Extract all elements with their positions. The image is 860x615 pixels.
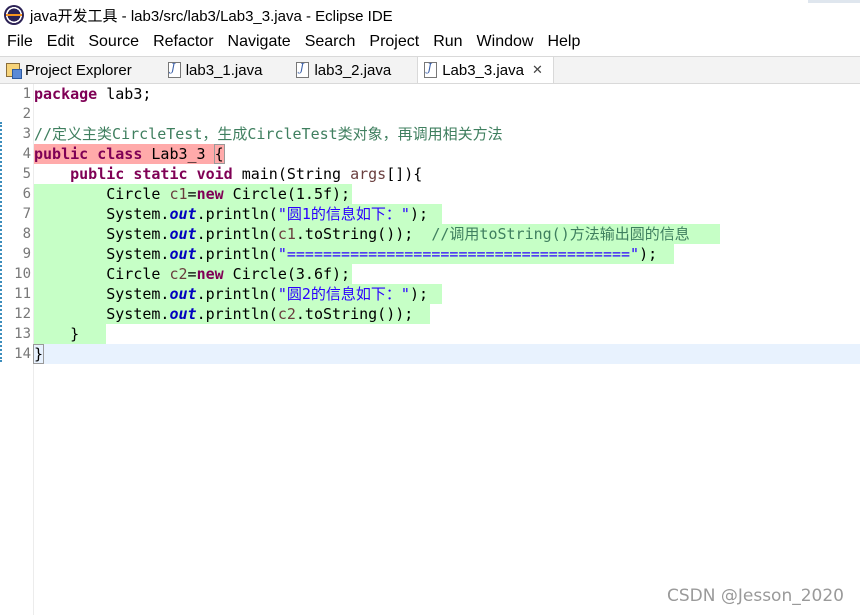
tab-lab3-3[interactable]: Lab3_3.java ✕ bbox=[417, 57, 554, 83]
tab-project-explorer[interactable]: Project Explorer bbox=[0, 57, 162, 83]
code-text: package lab3; bbox=[34, 85, 152, 103]
line-number: 12 bbox=[14, 306, 31, 322]
code-line-9: 9 System.out.println("==================… bbox=[0, 244, 860, 264]
code-line-5: 5 public static void main(String args[])… bbox=[0, 164, 860, 184]
close-icon[interactable]: ✕ bbox=[532, 62, 543, 78]
line-number: 10 bbox=[14, 266, 31, 282]
editor-tab-bar: Project Explorer lab3_1.java lab3_2.java… bbox=[0, 56, 860, 84]
project-explorer-icon bbox=[6, 63, 22, 79]
code-line-7: 7 System.out.println("圆1的信息如下："); bbox=[0, 204, 860, 224]
code-line-3: 3 //定义主类CircleTest，生成CircleTest类对象，再调用相关… bbox=[0, 124, 860, 144]
code-line-10: 10 Circle c2=new Circle(3.6f); bbox=[0, 264, 860, 284]
code-text: public class Lab3_3 { bbox=[34, 144, 225, 164]
menu-source[interactable]: Source bbox=[81, 33, 146, 51]
line-number: 9 bbox=[22, 246, 31, 262]
code-text: } bbox=[70, 325, 80, 343]
menu-run[interactable]: Run bbox=[426, 33, 469, 51]
menu-help[interactable]: Help bbox=[540, 33, 587, 51]
java-file-icon bbox=[167, 61, 181, 78]
code-text: } bbox=[32, 344, 45, 364]
code-line-12: 12 System.out.println(c2.toString()); bbox=[0, 304, 860, 324]
line-number: 5 bbox=[22, 166, 31, 182]
eclipse-icon bbox=[4, 5, 24, 25]
menu-refactor[interactable]: Refactor bbox=[146, 33, 220, 51]
line-number: 8 bbox=[22, 226, 31, 242]
code-line-2: 2 bbox=[0, 104, 860, 124]
code-line-14: 14 } bbox=[0, 344, 860, 364]
code-line-6: 6 Circle c1=new Circle(1.5f); bbox=[0, 184, 860, 204]
code-line-11: 11 System.out.println("圆2的信息如下："); bbox=[0, 284, 860, 304]
code-text: System.out.println("圆1的信息如下："); bbox=[106, 205, 428, 223]
code-line-13: 13 } bbox=[0, 324, 860, 344]
menu-search[interactable]: Search bbox=[298, 33, 363, 51]
code-text: public static void main(String args[]){ bbox=[70, 165, 423, 183]
line-number: 4 bbox=[22, 146, 31, 162]
code-comment: //定义主类CircleTest，生成CircleTest类对象，再调用相关方法 bbox=[34, 125, 503, 143]
java-file-icon bbox=[296, 61, 310, 78]
line-number: 3 bbox=[22, 126, 31, 142]
menu-bar: File Edit Source Refactor Navigate Searc… bbox=[0, 30, 860, 54]
text-caret bbox=[43, 346, 45, 363]
line-number: 7 bbox=[22, 206, 31, 222]
tab-label: Lab3_3.java bbox=[442, 61, 524, 79]
line-number: 14 bbox=[14, 346, 31, 362]
code-line-8: 8 System.out.println(c1.toString()); //调… bbox=[0, 224, 860, 244]
menu-edit[interactable]: Edit bbox=[40, 33, 82, 51]
watermark: CSDN @Jesson_2020 bbox=[667, 586, 844, 606]
code-text: Circle c2=new Circle(3.6f); bbox=[106, 265, 351, 283]
menu-project[interactable]: Project bbox=[362, 33, 426, 51]
code-text: System.out.println("圆2的信息如下："); bbox=[106, 285, 428, 303]
line-number: 6 bbox=[22, 186, 31, 202]
tab-label: Project Explorer bbox=[25, 61, 132, 79]
line-number: 11 bbox=[14, 286, 31, 302]
tab-label: lab3_1.java bbox=[185, 61, 263, 79]
code-text: System.out.println(c1.toString()); //调用t… bbox=[106, 225, 690, 243]
code-text: Circle c1=new Circle(1.5f); bbox=[106, 185, 351, 203]
line-number: 1 bbox=[22, 86, 31, 102]
tab-lab3-2[interactable]: lab3_2.java bbox=[290, 57, 417, 83]
code-editor[interactable]: 1 package lab3; 2 3 //定义主类CircleTest，生成C… bbox=[0, 84, 860, 615]
menu-navigate[interactable]: Navigate bbox=[221, 33, 298, 51]
title-bar: java开发工具 - lab3/src/lab3/Lab3_3.java - E… bbox=[0, 0, 860, 30]
code-text: System.out.println(c2.toString()); bbox=[106, 305, 414, 323]
code-line-4: 4 public class Lab3_3 { bbox=[0, 144, 860, 164]
window-title: java开发工具 - lab3/src/lab3/Lab3_3.java - E… bbox=[30, 7, 393, 25]
java-file-icon bbox=[424, 61, 438, 78]
code-text: System.out.println("====================… bbox=[106, 245, 658, 263]
menu-file[interactable]: File bbox=[0, 33, 40, 51]
line-number: 13 bbox=[14, 326, 31, 342]
code-line-1: 1 package lab3; bbox=[0, 84, 860, 104]
tab-lab3-1[interactable]: lab3_1.java bbox=[162, 57, 291, 83]
menu-window[interactable]: Window bbox=[470, 33, 541, 51]
window-controls-edge bbox=[808, 0, 860, 3]
tab-label: lab3_2.java bbox=[314, 61, 392, 79]
line-number: 2 bbox=[22, 106, 31, 122]
